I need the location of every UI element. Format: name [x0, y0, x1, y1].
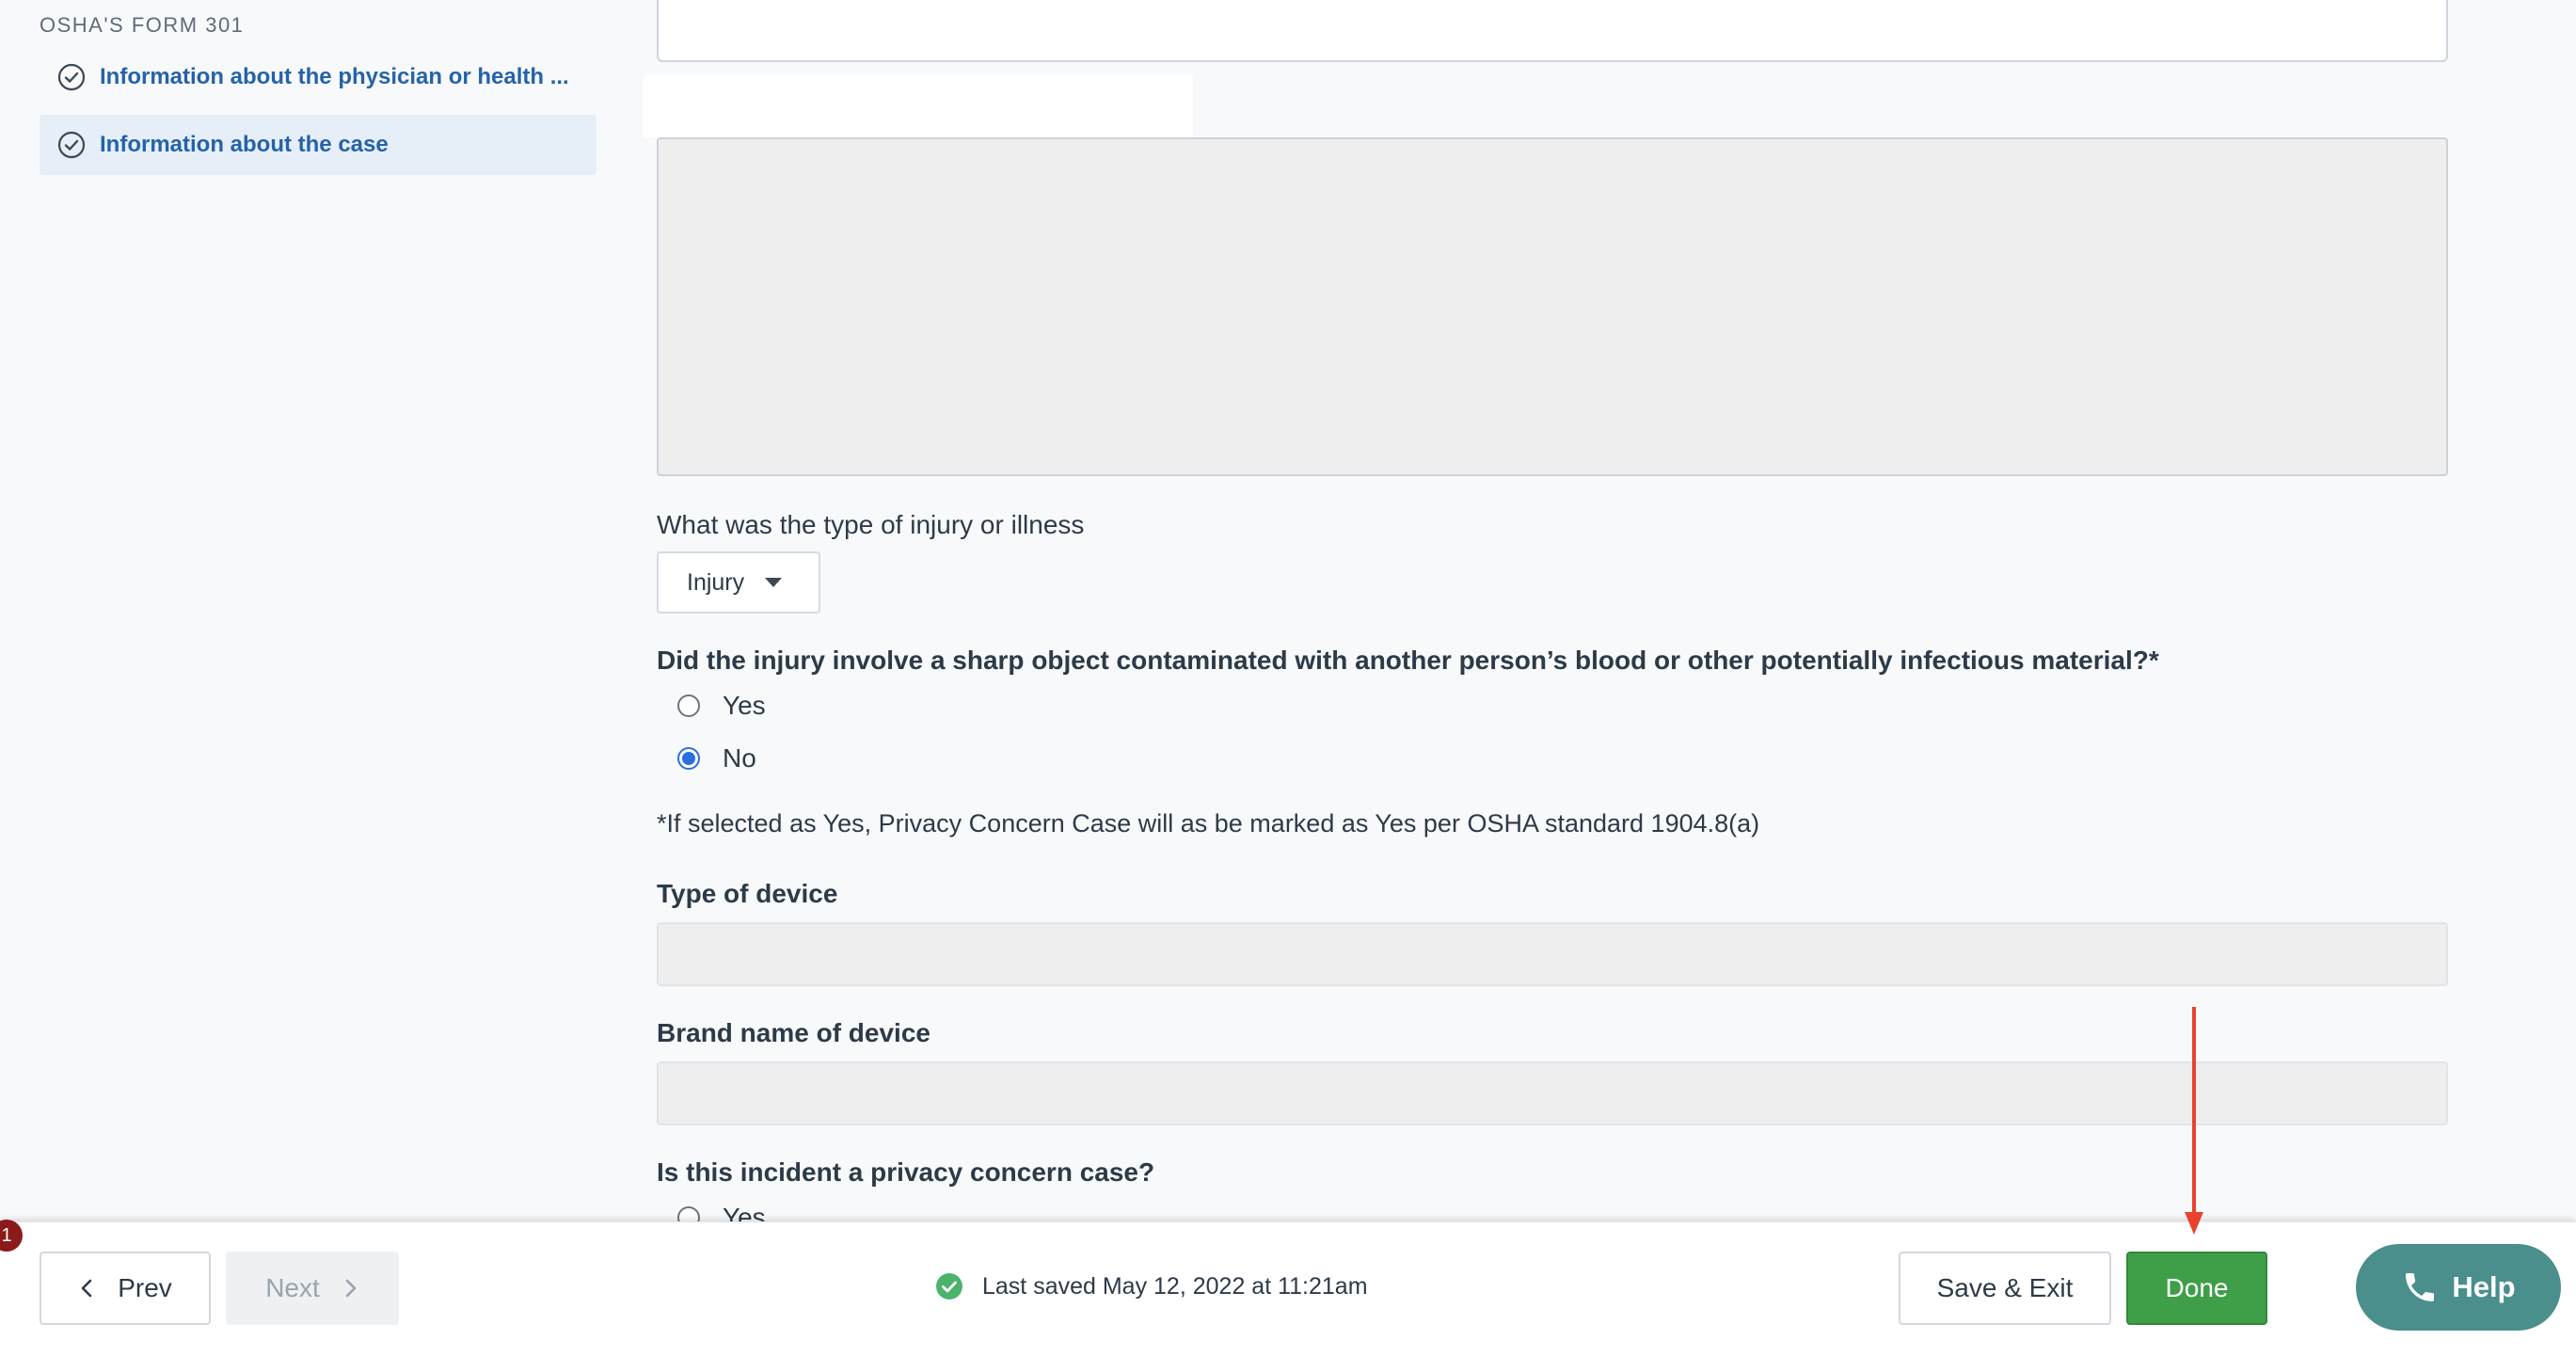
radio-label: Yes [723, 691, 766, 720]
caret-down-icon [765, 578, 783, 587]
next-label: Next [265, 1273, 320, 1302]
privacy-concern-label: Is this incident a privacy concern case? [657, 1157, 1155, 1187]
device-type-label: Type of device [657, 879, 838, 908]
help-label: Help [2452, 1270, 2516, 1303]
sharp-object-label: Did the injury involve a sharp object co… [657, 646, 2159, 675]
sidebar-item-case[interactable]: Information about the case [40, 115, 596, 175]
save-status: Last saved May 12, 2022 at 11:21am [935, 1272, 1368, 1300]
save-status-text: Last saved May 12, 2022 at 11:21am [982, 1272, 1368, 1300]
check-circle-icon [57, 131, 86, 159]
section-heading: OSHA'S FORM 301 [40, 13, 245, 37]
sidebar-item-label: Information about the physician or healt… [100, 64, 569, 89]
sharp-object-option-no[interactable]: No [677, 743, 756, 774]
device-type-input[interactable] [657, 922, 2448, 986]
prev-button[interactable]: Prev [40, 1252, 211, 1325]
check-circle-icon [57, 63, 86, 91]
previous-input-field[interactable] [657, 0, 2448, 62]
injury-type-label: What was the type of injury or illness [657, 510, 1085, 539]
annotation-arrow [2185, 1007, 2203, 1235]
description-textarea[interactable] [657, 137, 2448, 476]
privacy-note: *If selected as Yes, Privacy Concern Cas… [657, 809, 1760, 838]
done-button[interactable]: Done [2126, 1252, 2267, 1325]
chevron-right-icon [345, 1279, 357, 1298]
radio-label: No [723, 743, 756, 773]
chevron-left-icon [81, 1279, 92, 1298]
label-area [644, 75, 1193, 137]
sidebar-item-label: Information about the case [100, 132, 389, 157]
sidebar: OSHA'S FORM 301 Information about the ph… [0, 0, 621, 1223]
injury-type-value: Injury [687, 568, 745, 596]
radio-no[interactable] [677, 747, 700, 770]
phone-icon [2406, 1273, 2435, 1301]
save-exit-button[interactable]: Save & Exit [1899, 1252, 2111, 1325]
sharp-object-option-yes[interactable]: Yes [677, 691, 766, 721]
injury-type-select[interactable]: Injury [657, 551, 820, 614]
device-brand-input[interactable] [657, 1061, 2448, 1125]
radio-yes[interactable] [677, 694, 700, 717]
help-button[interactable]: Help [2356, 1244, 2561, 1331]
check-circle-filled-icon [936, 1273, 962, 1300]
next-button[interactable]: Next [226, 1252, 399, 1325]
device-brand-label: Brand name of device [657, 1018, 930, 1047]
prev-label: Prev [118, 1273, 172, 1302]
form-main: What was the type of injury or illness I… [644, 0, 2449, 1232]
sidebar-item-physician[interactable]: Information about the physician or healt… [40, 47, 596, 107]
